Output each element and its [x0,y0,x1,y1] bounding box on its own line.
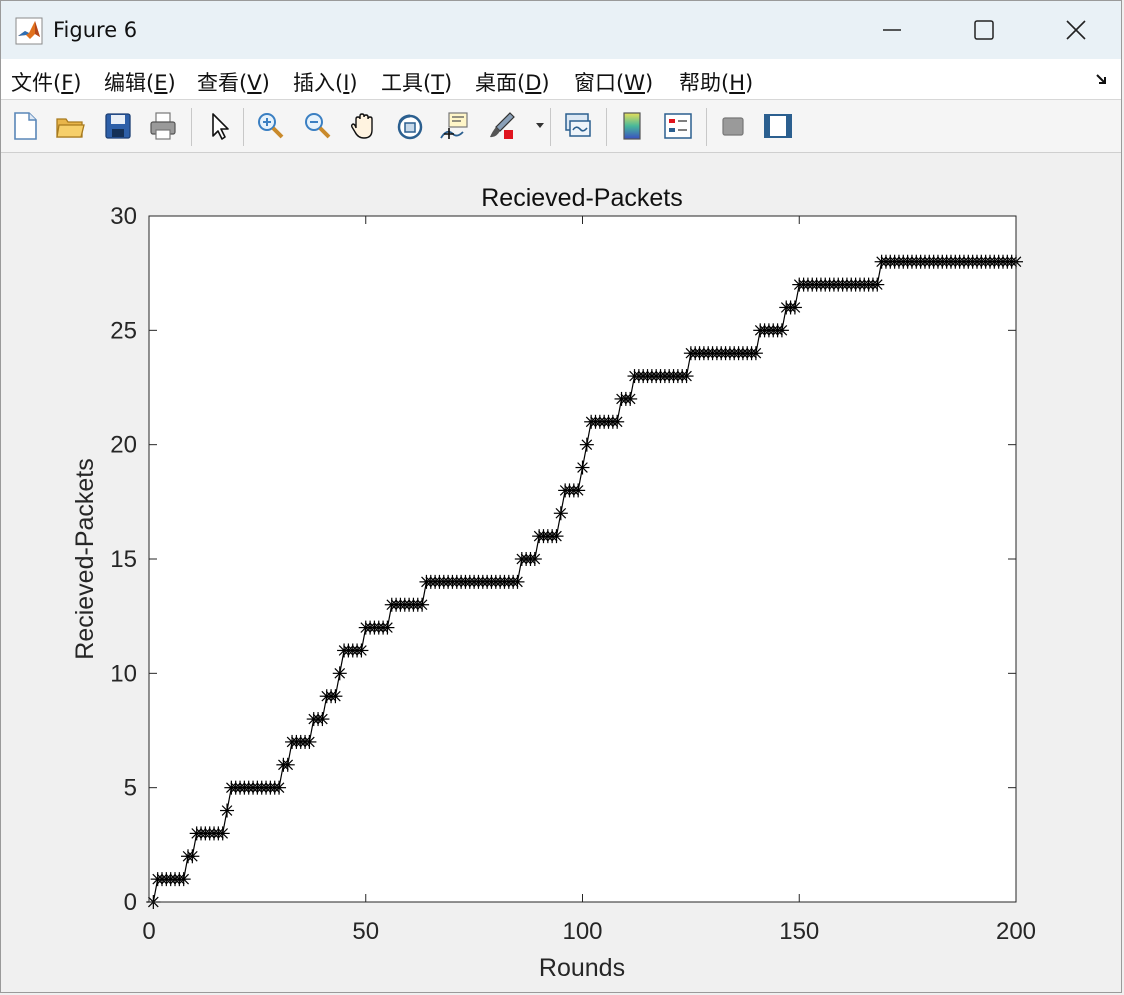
menu-file-end: ) [73,71,82,95]
menu-insert-label: 插入( [293,71,344,95]
plot-svg: 0 50 100 150 200 0 5 10 15 20 25 30 Recieved-Packet… [71,184,1036,982]
pan-hand-icon[interactable] [348,110,380,142]
title-bar[interactable]: Figure 6 [1,1,1121,59]
menu-view-key: V [247,71,262,95]
new-figure-icon[interactable] [9,110,41,142]
window-title: Figure 6 [53,18,138,42]
menu-edit-end: ) [167,71,176,95]
chart-title: Recieved-Packets [481,184,682,212]
toolbar-separator [706,108,707,146]
menu-insert-end: ) [349,71,358,95]
menu-help-end: ) [745,71,754,95]
x-tick-label: 0 [142,918,155,945]
y-tick-label: 10 [110,660,137,687]
menu-window-end: ) [644,71,654,95]
open-folder-icon[interactable] [54,110,86,142]
maximize-icon [974,20,994,40]
menu-tools-end: ) [444,71,453,95]
maximize-button[interactable] [938,1,1030,59]
y-tick-label: 30 [110,203,137,230]
data-point [575,460,590,475]
menu-edit[interactable]: 编辑(E) [104,67,176,97]
menu-edit-key: E [154,71,168,95]
brush-icon[interactable] [486,110,518,142]
menu-tools-key: T [431,71,445,95]
axes-background [149,216,1016,902]
y-tick-label: 20 [110,432,137,459]
y-axis-label: Recieved-Packets [71,458,99,659]
menu-window-label: 窗口( [574,71,625,95]
menu-insert[interactable]: 插入(I) [293,67,358,97]
x-tick-label: 150 [779,918,819,945]
show-plot-tools-icon[interactable] [762,110,794,142]
y-tick-label: 15 [110,546,137,573]
data-cursor-icon[interactable] [439,110,471,142]
print-icon[interactable] [147,110,179,142]
menu-edit-label: 编辑( [104,71,155,95]
legend-icon[interactable] [662,110,694,142]
brush-dropdown-icon[interactable] [535,122,545,130]
zoom-in-icon[interactable] [254,110,286,142]
menu-window-key: W [624,71,645,95]
menu-bar: 文件(F) 编辑(E) 查看(V) 插入(I) 工具(T) 桌面(D) 窗口(W… [1,59,1121,100]
menu-view-end: ) [261,71,270,95]
menu-window[interactable]: 窗口(W) [574,67,653,97]
minimize-button[interactable] [846,1,938,59]
menu-help-label: 帮助( [679,71,730,95]
toolbar-separator [550,108,551,146]
hide-plot-tools-icon[interactable] [717,110,749,142]
x-tick-label: 100 [562,918,602,945]
figure-canvas[interactable]: 0 50 100 150 200 0 5 10 15 20 25 30 Recieved-Packet… [1,153,1121,992]
menu-view[interactable]: 查看(V) [197,67,270,97]
menu-file-label: 文件( [11,71,62,95]
close-button[interactable] [1030,1,1121,59]
dock-figure-icon[interactable] [1095,71,1111,87]
menu-file-key: F [61,71,74,95]
edit-plot-arrow-icon[interactable] [204,110,236,142]
link-plot-icon[interactable] [562,110,594,142]
colorbar-icon[interactable] [616,110,648,142]
zoom-out-icon[interactable] [301,110,333,142]
matlab-logo-icon [15,17,43,45]
toolbar-separator [191,108,192,146]
rotate-3d-icon[interactable] [394,110,426,142]
x-axis-label: Rounds [539,954,625,982]
figure-toolbar [1,100,1121,153]
menu-desktop-end: ) [541,71,550,95]
x-tick-label: 200 [996,918,1036,945]
y-tick-label: 25 [110,317,137,344]
menu-file[interactable]: 文件(F) [11,67,82,97]
menu-desktop-label: 桌面( [475,71,526,95]
minimize-icon [883,29,901,31]
menu-desktop-key: D [525,71,542,95]
toolbar-separator [606,108,607,146]
close-icon [1066,20,1086,40]
menu-view-label: 查看( [197,71,248,95]
y-tick-label: 5 [124,775,137,802]
y-tick-label: 0 [124,889,137,916]
menu-tools-label: 工具( [381,71,432,95]
menu-help-key: H [729,71,745,95]
data-point [185,849,200,864]
x-tick-label: 50 [352,918,379,945]
menu-tools[interactable]: 工具(T) [381,67,452,97]
menu-desktop[interactable]: 桌面(D) [475,67,550,97]
save-icon[interactable] [102,110,134,142]
figure-window: Figure 6 文件(F) 编辑(E) 查看(V) 插入(I) 工具(T) 桌… [0,0,1122,993]
menu-help[interactable]: 帮助(H) [679,67,753,97]
toolbar-separator [243,108,244,146]
